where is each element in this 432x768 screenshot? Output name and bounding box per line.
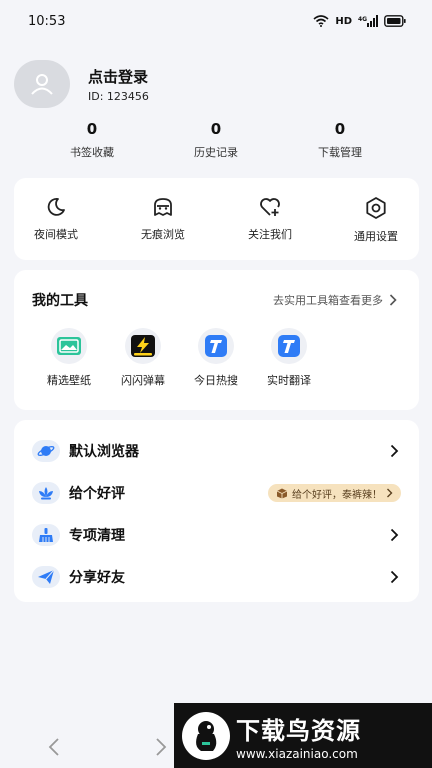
svg-text:4G: 4G [358, 16, 367, 23]
tool-icon-wrap [198, 328, 234, 364]
battery-icon [384, 15, 406, 27]
settings-icon [366, 197, 386, 219]
quick-action-label: 无痕浏览 [141, 228, 185, 241]
stat-downloads[interactable]: 0 下载管理 [295, 120, 385, 160]
tool-translate[interactable]: 实时翻译 [254, 328, 324, 388]
status-time: 10:53 [28, 13, 66, 29]
moon-icon [47, 198, 65, 216]
watermark-title: 下载鸟资源 [236, 716, 361, 745]
menu-label: 专项清理 [69, 528, 125, 544]
translate-icon [278, 335, 300, 357]
tools-title: 我的工具 [32, 293, 88, 309]
user-icon [31, 74, 53, 95]
status-bar: 10:53 HD 4G [0, 0, 432, 42]
menu-icon-wrap [32, 524, 60, 546]
stats-row: 0 书签收藏 0 历史记录 0 下载管理 [0, 120, 432, 170]
menu-icon-wrap [32, 440, 60, 462]
promo-badge-text: 给个好评，泰裤辣！ [292, 489, 382, 501]
wifi-icon [313, 15, 329, 27]
tool-danmaku[interactable]: 闪闪弹幕 [108, 328, 178, 388]
hot-search-icon [205, 335, 227, 357]
menu-icon-wrap [32, 566, 60, 588]
quick-action-night-mode[interactable]: 夜间模式 [16, 196, 96, 242]
menu-share[interactable]: 分享好友 [14, 557, 419, 597]
chevron-right-icon [387, 488, 393, 498]
status-icons: HD 4G [313, 15, 406, 27]
stat-label: 历史记录 [194, 146, 238, 159]
watermark-url: www.xiazainiao.com [236, 746, 358, 761]
quick-action-follow-us[interactable]: 关注我们 [230, 196, 310, 242]
paper-plane-icon [38, 569, 55, 584]
promo-badge[interactable]: 给个好评，泰裤辣！ [268, 484, 401, 502]
stat-history[interactable]: 0 历史记录 [171, 120, 261, 160]
signal-icon: 4G [358, 15, 378, 27]
chevron-right-icon [389, 294, 397, 306]
stat-label: 书签收藏 [70, 146, 114, 159]
menu-card: 默认浏览器 给个好评 给个好评，泰裤辣！ 专项清理 分享好友 [14, 420, 419, 602]
menu-rate-us[interactable]: 给个好评 给个好评，泰裤辣！ [14, 473, 419, 513]
profile-text: 点击登录 ID: 123456 [88, 66, 149, 103]
tool-hot-search[interactable]: 今日热搜 [181, 328, 251, 388]
chevron-right-icon [390, 528, 399, 542]
gift-box-icon [276, 488, 288, 499]
profile-section[interactable]: 点击登录 ID: 123456 [14, 60, 149, 108]
stat-value: 0 [86, 120, 98, 138]
quick-action-label: 关注我们 [248, 228, 292, 241]
lotus-icon [39, 487, 53, 500]
watermark: 下载鸟资源 www.xiazainiao.com [174, 703, 432, 768]
stat-bookmarks[interactable]: 0 书签收藏 [47, 120, 137, 160]
avatar[interactable] [14, 60, 70, 108]
tool-label: 精选壁纸 [47, 374, 91, 387]
chevron-right-icon [390, 570, 399, 584]
quick-action-label: 通用设置 [354, 230, 398, 243]
login-link[interactable]: 点击登录 [88, 66, 149, 87]
user-id: ID: 123456 [88, 89, 149, 103]
quick-actions-card: 夜间模式 无痕浏览 关注我们 通用设置 [14, 178, 419, 260]
heart-plus-icon [260, 198, 280, 216]
menu-label: 分享好友 [69, 570, 125, 586]
back-arrow-icon[interactable] [48, 737, 60, 757]
tool-wallpaper[interactable]: 精选壁纸 [34, 328, 104, 388]
lightning-icon [131, 335, 155, 357]
quick-action-label: 夜间模式 [34, 228, 78, 241]
forward-arrow-icon[interactable] [155, 737, 167, 757]
tool-label: 实时翻译 [267, 374, 311, 387]
tool-label: 闪闪弹幕 [121, 374, 165, 387]
tool-icon-wrap [51, 328, 87, 364]
menu-cleanup[interactable]: 专项清理 [14, 515, 419, 555]
menu-label: 默认浏览器 [69, 444, 139, 460]
tools-more-label: 去实用工具箱查看更多 [273, 294, 383, 307]
menu-default-browser[interactable]: 默认浏览器 [14, 431, 419, 471]
chevron-right-icon [390, 444, 399, 458]
watermark-text: 下载鸟资源 www.xiazainiao.com [236, 711, 361, 761]
menu-label: 给个好评 [69, 486, 125, 502]
quick-action-incognito[interactable]: 无痕浏览 [123, 196, 203, 242]
stat-value: 0 [334, 120, 346, 138]
tool-icon-wrap [125, 328, 161, 364]
watermark-logo [182, 711, 230, 760]
incognito-icon [154, 198, 172, 216]
stat-label: 下载管理 [318, 146, 362, 159]
tool-icon-wrap [271, 328, 307, 364]
wallpaper-icon [57, 337, 81, 355]
planet-icon [37, 446, 55, 456]
quick-action-settings[interactable]: 通用设置 [336, 196, 416, 244]
network-label: HD [335, 15, 352, 27]
tools-card: 我的工具 去实用工具箱查看更多 精选壁纸 闪闪弹幕 今日热搜 实时翻译 [14, 270, 419, 410]
bird-logo-icon [196, 720, 217, 751]
stat-value: 0 [210, 120, 222, 138]
broom-icon [39, 528, 53, 542]
menu-icon-wrap [32, 482, 60, 504]
tools-more-link[interactable]: 去实用工具箱查看更多 [273, 292, 397, 308]
tool-label: 今日热搜 [194, 374, 238, 387]
